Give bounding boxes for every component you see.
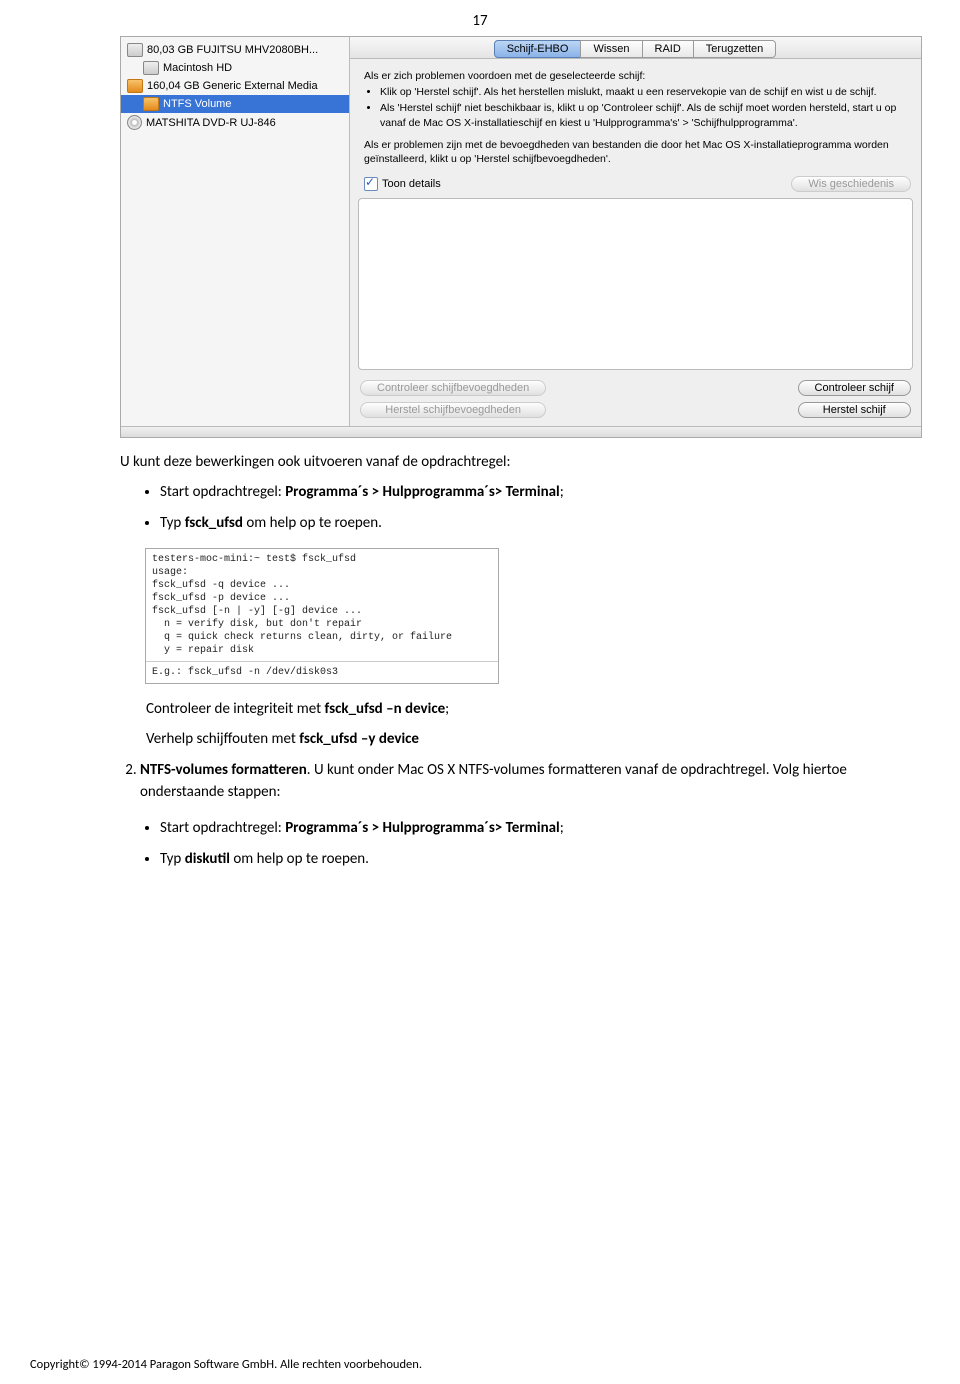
sidebar-item-external[interactable]: 160,04 GB Generic External Media	[121, 77, 349, 95]
bullet-list-2: Start opdrachtregel: Programma´s > Hulpp…	[160, 818, 900, 870]
tab-terugzetten[interactable]: Terugzetten	[693, 40, 776, 58]
du-bullet: Als 'Herstel schijf' niet beschikbaar is…	[380, 101, 907, 129]
list-item: Start opdrachtregel: Programma´s > Hulpp…	[160, 482, 900, 503]
tab-wissen[interactable]: Wissen	[580, 40, 642, 58]
volume-icon	[143, 61, 159, 75]
herstel-schijf-button[interactable]: Herstel schijf	[798, 402, 911, 418]
sidebar-item-ntfs-volume[interactable]: NTFS Volume	[121, 95, 349, 113]
sidebar-item-macintosh-hd[interactable]: Macintosh HD	[121, 59, 349, 77]
bullet-list-1: Start opdrachtregel: Programma´s > Hulpp…	[160, 482, 900, 534]
controleer-schijf-button[interactable]: Controleer schijf	[798, 380, 911, 396]
du-intro: Als er zich problemen voordoen met de ge…	[364, 69, 907, 83]
du-bullet: Klik op 'Herstel schijf'. Als het herste…	[380, 85, 907, 99]
toon-details-checkbox[interactable]: Toon details	[364, 177, 441, 191]
sidebar-item-label: NTFS Volume	[163, 98, 231, 110]
tab-schijf-ehbo[interactable]: Schijf-EHBO	[494, 40, 582, 58]
repair-errors-line: Verhelp schijffouten met fsck_ufsd –y de…	[146, 728, 900, 751]
drive-icon	[127, 43, 143, 57]
sidebar-item-label: Macintosh HD	[163, 62, 232, 74]
check-integrity-line: Controleer de integriteit met fsck_ufsd …	[146, 698, 900, 721]
du-log-area	[358, 198, 913, 370]
list-item: Typ diskutil om help op te roepen.	[160, 849, 900, 870]
terminal-screenshot: testers-moc-mini:~ test$ fsck_ufsd usage…	[145, 548, 900, 684]
sidebar-item-label: MATSHITA DVD-R UJ-846	[146, 117, 276, 129]
list-item: Start opdrachtregel: Programma´s > Hulpp…	[160, 818, 900, 839]
disk-utility-screenshot: 80,03 GB FUJITSU MHV2080BH... Macintosh …	[120, 36, 900, 438]
page-number: 17	[0, 0, 960, 36]
sidebar-item-label: 160,04 GB Generic External Media	[147, 80, 318, 92]
optical-drive-icon	[127, 115, 142, 130]
sidebar-item-label: 80,03 GB FUJITSU MHV2080BH...	[147, 44, 318, 56]
du-footer-bar	[121, 426, 921, 437]
intro-text: U kunt deze bewerkingen ook uitvoeren va…	[120, 452, 900, 474]
du-instructions: Als er zich problemen voordoen met de ge…	[350, 59, 921, 174]
du-sidebar: 80,03 GB FUJITSU MHV2080BH... Macintosh …	[121, 37, 350, 426]
wis-geschiedenis-button[interactable]: Wis geschiedenis	[791, 176, 911, 192]
checkbox-icon	[364, 177, 378, 191]
numbered-list: NTFS-volumes formatteren. U kunt onder M…	[140, 759, 900, 804]
list-item: NTFS-volumes formatteren. U kunt onder M…	[140, 759, 900, 804]
du-tabs: Schijf-EHBO Wissen RAID Terugzetten	[350, 37, 921, 59]
toon-details-label: Toon details	[382, 178, 441, 190]
tab-raid[interactable]: RAID	[642, 40, 694, 58]
sidebar-item-optical[interactable]: MATSHITA DVD-R UJ-846	[121, 113, 349, 132]
du-perm-text: Als er problemen zijn met de bevoegdhede…	[364, 138, 907, 166]
controleer-bevoegdheden-button[interactable]: Controleer schijfbevoegdheden	[360, 380, 546, 396]
herstel-bevoegdheden-button[interactable]: Herstel schijfbevoegdheden	[360, 402, 546, 418]
volume-icon	[143, 97, 159, 111]
copyright-footer: Copyright© 1994-2014 Paragon Software Gm…	[30, 1357, 422, 1372]
sidebar-item-disk0[interactable]: 80,03 GB FUJITSU MHV2080BH...	[121, 41, 349, 59]
list-item: Typ fsck_ufsd om help op te roepen.	[160, 513, 900, 534]
terminal-output: testers-moc-mini:~ test$ fsck_ufsd usage…	[145, 548, 499, 684]
external-drive-icon	[127, 79, 143, 93]
